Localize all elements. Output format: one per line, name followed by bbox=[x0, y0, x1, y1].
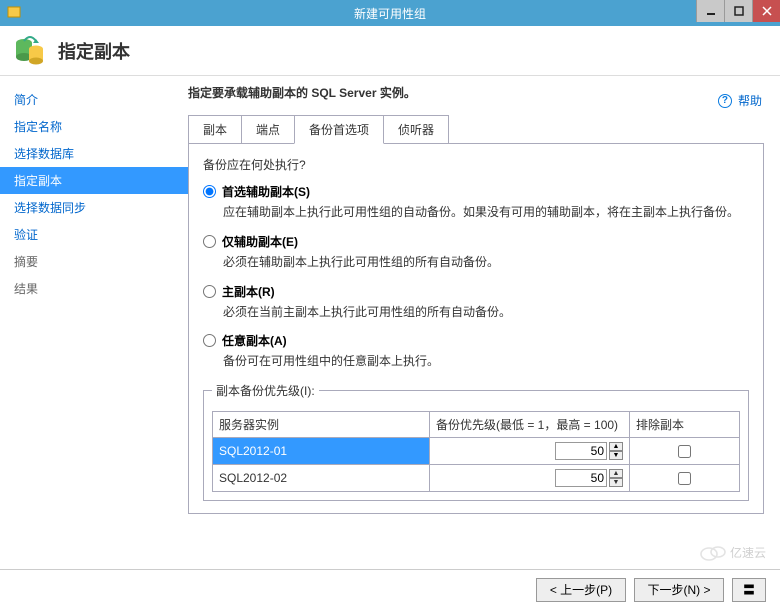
option-prefer-secondary[interactable]: 首选辅助副本(S) bbox=[203, 183, 749, 200]
sidebar-item-replica[interactable]: 指定副本 bbox=[0, 167, 188, 194]
tab-listener[interactable]: 侦听器 bbox=[383, 115, 449, 143]
col-priority: 备份优先级(最低 = 1，最高 = 100) bbox=[430, 412, 630, 438]
tab-replica[interactable]: 副本 bbox=[188, 115, 242, 143]
page-header: 指定副本 bbox=[0, 26, 780, 76]
tab-body: 备份应在何处执行? 首选辅助副本(S) 应在辅助副本上执行此可用性组的自动备份。… bbox=[188, 144, 764, 514]
watermark-text: 亿速云 bbox=[730, 544, 766, 561]
sidebar-item-name[interactable]: 指定名称 bbox=[0, 113, 188, 140]
wizard-steps: 简介 指定名称 选择数据库 指定副本 选择数据同步 验证 摘要 结果 bbox=[0, 76, 188, 569]
backup-question: 备份应在何处执行? bbox=[203, 156, 749, 173]
cell-server: SQL2012-01 bbox=[213, 438, 430, 465]
next-button[interactable]: 下一步(N) > bbox=[634, 578, 724, 602]
option-any[interactable]: 任意副本(A) bbox=[203, 332, 749, 349]
option-primary[interactable]: 主副本(R) bbox=[203, 283, 749, 300]
option-secondary-only[interactable]: 仅辅助副本(E) bbox=[203, 233, 749, 250]
cell-server: SQL2012-02 bbox=[213, 465, 430, 492]
sidebar-item-db[interactable]: 选择数据库 bbox=[0, 140, 188, 167]
option-label: 首选辅助副本(S) bbox=[222, 183, 310, 200]
col-exclude: 排除副本 bbox=[630, 412, 740, 438]
help-link[interactable]: ? 帮助 bbox=[718, 92, 762, 109]
main-panel: 指定要承载辅助副本的 SQL Server 实例。 副本 端点 备份首选项 侦听… bbox=[188, 76, 780, 569]
option-desc: 必须在辅助副本上执行此可用性组的所有自动备份。 bbox=[223, 254, 749, 271]
tab-backup-pref[interactable]: 备份首选项 bbox=[294, 115, 384, 144]
minimize-button[interactable] bbox=[696, 0, 724, 22]
exclude-checkbox[interactable] bbox=[678, 472, 691, 485]
spin-up-icon[interactable]: ▲ bbox=[609, 469, 623, 478]
sidebar-item-result[interactable]: 结果 bbox=[0, 275, 188, 302]
cancel-button[interactable]: 〓 bbox=[732, 578, 766, 602]
prev-button[interactable]: < 上一步(P) bbox=[536, 578, 626, 602]
spin-down-icon[interactable]: ▼ bbox=[609, 478, 623, 487]
tab-endpoint[interactable]: 端点 bbox=[241, 115, 295, 143]
maximize-button[interactable] bbox=[724, 0, 752, 22]
priority-input[interactable] bbox=[555, 442, 607, 460]
priority-input[interactable] bbox=[555, 469, 607, 487]
spin-up-icon[interactable]: ▲ bbox=[609, 442, 623, 451]
spin-down-icon[interactable]: ▼ bbox=[609, 451, 623, 460]
main-description: 指定要承载辅助副本的 SQL Server 实例。 bbox=[188, 84, 764, 101]
spin-buttons: ▲ ▼ bbox=[609, 442, 623, 460]
page-title: 指定副本 bbox=[58, 38, 130, 64]
priority-table: 服务器实例 备份优先级(最低 = 1，最高 = 100) 排除副本 SQL201… bbox=[212, 411, 740, 492]
help-label: 帮助 bbox=[738, 92, 762, 109]
radio-secondary-only[interactable] bbox=[203, 235, 216, 248]
cell-priority: ▲ ▼ bbox=[430, 465, 630, 492]
cell-priority: ▲ ▼ bbox=[430, 438, 630, 465]
table-header-row: 服务器实例 备份优先级(最低 = 1，最高 = 100) 排除副本 bbox=[213, 412, 740, 438]
spin-buttons: ▲ ▼ bbox=[609, 469, 623, 487]
sidebar-item-summary[interactable]: 摘要 bbox=[0, 248, 188, 275]
titlebar: 新建可用性组 bbox=[0, 0, 780, 26]
help-icon: ? bbox=[718, 94, 732, 108]
sys-icon bbox=[6, 4, 22, 20]
priority-legend: 副本备份优先级(I): bbox=[212, 382, 319, 399]
option-label: 主副本(R) bbox=[222, 283, 275, 300]
db-icon bbox=[14, 35, 46, 67]
cell-exclude bbox=[630, 438, 740, 465]
option-label: 任意副本(A) bbox=[222, 332, 287, 349]
col-server: 服务器实例 bbox=[213, 412, 430, 438]
option-desc: 应在辅助副本上执行此可用性组的自动备份。如果没有可用的辅助副本，将在主副本上执行… bbox=[223, 204, 749, 221]
table-row[interactable]: SQL2012-01 ▲ ▼ bbox=[213, 438, 740, 465]
sidebar-item-intro[interactable]: 简介 bbox=[0, 86, 188, 113]
window-title: 新建可用性组 bbox=[354, 5, 426, 22]
radio-prefer-secondary[interactable] bbox=[203, 185, 216, 198]
option-label: 仅辅助副本(E) bbox=[222, 233, 298, 250]
watermark: 亿速云 bbox=[700, 543, 766, 561]
window-buttons bbox=[696, 0, 780, 22]
priority-fieldset: 副本备份优先级(I): 服务器实例 备份优先级(最低 = 1，最高 = 100)… bbox=[203, 382, 749, 501]
sidebar-item-validate[interactable]: 验证 bbox=[0, 221, 188, 248]
sidebar-item-sync[interactable]: 选择数据同步 bbox=[0, 194, 188, 221]
tabs: 副本 端点 备份首选项 侦听器 bbox=[188, 115, 764, 144]
option-desc: 必须在当前主副本上执行此可用性组的所有自动备份。 bbox=[223, 304, 749, 321]
radio-any[interactable] bbox=[203, 334, 216, 347]
footer: < 上一步(P) 下一步(N) > 〓 bbox=[0, 569, 780, 609]
exclude-checkbox[interactable] bbox=[678, 445, 691, 458]
close-button[interactable] bbox=[752, 0, 780, 22]
radio-primary[interactable] bbox=[203, 285, 216, 298]
option-desc: 备份可在可用性组中的任意副本上执行。 bbox=[223, 353, 749, 370]
cell-exclude bbox=[630, 465, 740, 492]
table-row[interactable]: SQL2012-02 ▲ ▼ bbox=[213, 465, 740, 492]
